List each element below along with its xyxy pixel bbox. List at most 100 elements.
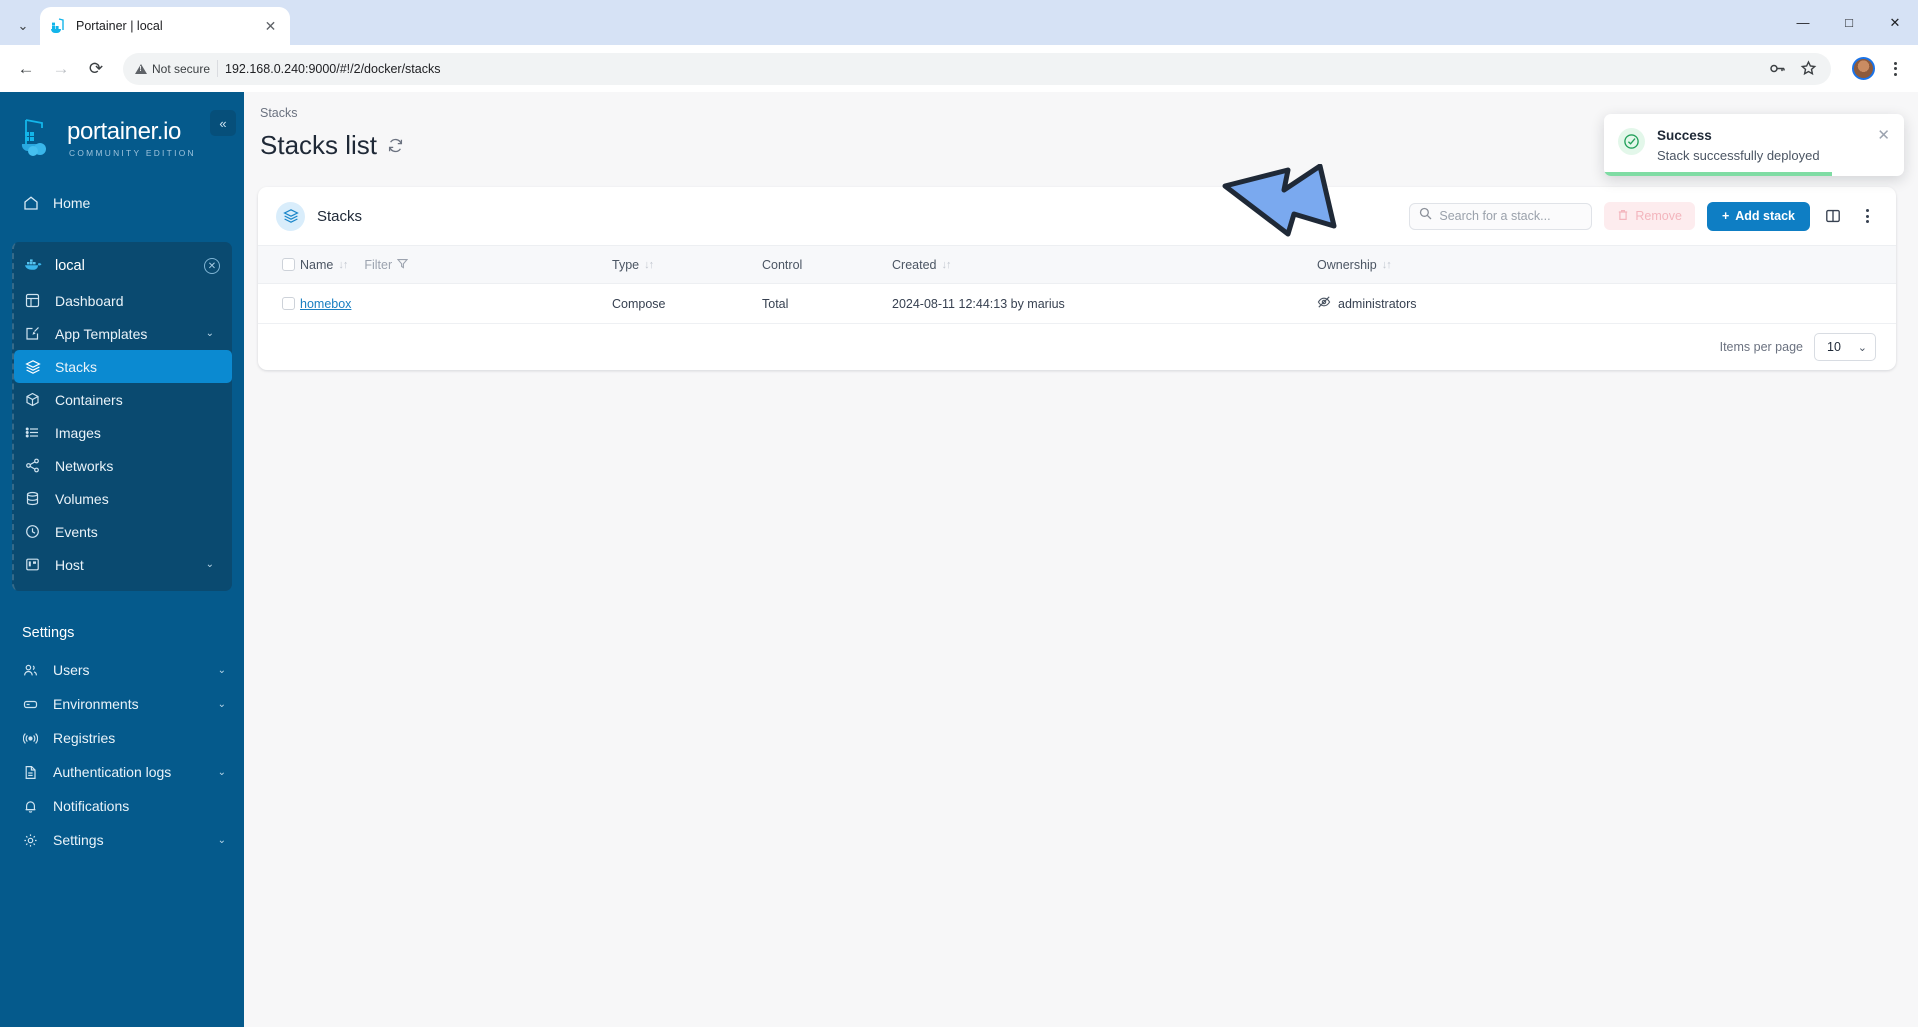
sidebar-item-environments[interactable]: Environments ⌄ [0,687,244,721]
toast-title: Success [1657,128,1712,143]
dashboard-icon [24,292,41,309]
eye-off-icon [1317,295,1331,312]
filter-control[interactable]: Filter [364,258,409,272]
gear-icon [22,832,39,849]
docker-icon [24,257,43,276]
brand-logo: portainer.io COMMUNITY EDITION [0,92,244,180]
sidebar-item-label: Notifications [53,798,130,814]
host-icon [24,556,41,573]
column-label: Created [892,257,937,272]
add-stack-button[interactable]: + Add stack [1706,201,1810,231]
sort-icon[interactable]: ↓↑ [941,259,951,271]
omnibox-actions [1769,60,1819,77]
environment-close-icon[interactable]: ✕ [204,258,220,274]
reload-button[interactable]: ⟳ [80,53,112,85]
column-header-type[interactable]: Type ↓↑ [612,246,762,284]
sidebar-item-stacks[interactable]: Stacks [14,350,232,383]
sidebar-item-label: Events [55,523,98,540]
sidebar-item-settings[interactable]: Settings ⌄ [0,823,244,857]
bell-icon [22,798,39,815]
sidebar-item-label: Settings [53,832,104,848]
sidebar-item-registries[interactable]: Registries [0,721,244,755]
stacks-icon [276,201,305,231]
chevron-down-icon: ⌄ [205,328,214,339]
sidebar-item-home[interactable]: Home [0,186,244,220]
search-box[interactable] [1409,202,1593,230]
sidebar-item-label: Home [53,195,91,211]
more-options-icon[interactable] [1856,205,1878,227]
sidebar-item-notifications[interactable]: Notifications [0,789,244,823]
sidebar-item-users[interactable]: Users ⌄ [0,653,244,687]
row-checkbox[interactable] [282,297,295,310]
stack-name-link[interactable]: homebox [300,297,351,311]
close-window-button[interactable]: ✕ [1872,0,1918,45]
column-header-ownership[interactable]: Ownership ↓↑ [1317,246,1896,284]
forward-button[interactable]: → [45,53,77,85]
sidebar-item-authentication-logs[interactable]: Authentication logs ⌄ [0,755,244,789]
container-icon [24,391,41,408]
maximize-button[interactable]: □ [1826,0,1872,45]
environments-icon [22,696,39,713]
omnibox-divider [217,60,219,77]
column-label: Ownership [1317,257,1377,272]
back-button[interactable]: ← [10,53,42,85]
remove-button[interactable]: Remove [1604,202,1695,230]
not-secure-badge[interactable]: Not secure [135,62,210,76]
sidebar-item-dashboard[interactable]: Dashboard [14,284,232,317]
table-row[interactable]: homebox Compose Total 2024-08-11 12:44:1… [258,284,1896,324]
window-controls: — □ ✕ [1780,0,1918,45]
chevron-down-icon: ⌄ [205,559,214,570]
sidebar-item-label: Networks [55,457,114,474]
sidebar: « portainer.io COMMUNITY EDITION Home lo… [0,92,244,1027]
sidebar-item-app-templates[interactable]: App Templates ⌄ [14,317,232,350]
bookmark-star-icon[interactable] [1800,60,1817,77]
template-icon [24,325,41,342]
sidebar-collapse-button[interactable]: « [210,110,236,136]
toast-progress-bar [1604,172,1832,176]
refresh-icon[interactable] [387,137,404,154]
sidebar-item-containers[interactable]: Containers [14,383,232,416]
column-label: Type [612,257,640,272]
search-input[interactable] [1439,209,1583,223]
logo-wordmark: portainer.io [67,118,181,145]
toast-close-icon[interactable]: ✕ [1877,128,1890,163]
sidebar-item-images[interactable]: Images [14,416,232,449]
items-per-page-select[interactable]: 10 ⌄ [1814,333,1876,361]
tab-search-icon[interactable]: ⌄ [6,11,40,41]
images-icon [24,424,41,441]
tab-close-icon[interactable]: ✕ [261,17,280,36]
profile-avatar[interactable] [1852,57,1875,80]
card-actions: Remove + Add stack [1409,201,1878,231]
sidebar-item-label: Dashboard [55,292,124,309]
page-title: Stacks list [260,130,378,160]
home-icon [22,195,39,212]
sidebar-item-events[interactable]: Events [14,515,232,548]
sort-icon[interactable]: ↓↑ [644,259,654,271]
sidebar-item-volumes[interactable]: Volumes [14,482,232,515]
sidebar-item-label: Registries [53,730,116,746]
browser-tab[interactable]: Portainer | local ✕ [40,7,290,45]
column-header-name[interactable]: Name ↓↑ Filter [300,246,612,284]
app-viewport: « portainer.io COMMUNITY EDITION Home lo… [0,92,1918,1027]
cell-type: Compose [612,296,666,311]
chevron-down-icon: ⌄ [217,766,226,778]
columns-icon[interactable] [1822,205,1844,227]
sort-icon[interactable]: ↓↑ [338,259,348,271]
environment-selector[interactable]: local ✕ [14,248,232,284]
sidebar-item-label: Stacks [55,358,98,375]
minimize-button[interactable]: — [1780,0,1826,45]
select-all-checkbox[interactable] [282,258,295,271]
stacks-icon [24,358,41,375]
address-bar[interactable]: Not secure 192.168.0.240:9000/#!/2/docke… [123,52,1831,85]
table-footer: Items per page 10 ⌄ [258,324,1896,370]
warning-icon [135,63,147,74]
cell-ownership: administrators [1317,284,1896,324]
sidebar-item-host[interactable]: Host ⌄ [14,548,232,581]
key-icon[interactable] [1769,60,1786,77]
sidebar-item-networks[interactable]: Networks [14,449,232,482]
pointer-arrow [1222,163,1342,259]
sort-icon[interactable]: ↓↑ [1382,259,1392,271]
browser-menu-icon[interactable] [1882,56,1908,82]
volume-icon [24,490,41,507]
chevron-down-icon: ⌄ [217,664,226,676]
